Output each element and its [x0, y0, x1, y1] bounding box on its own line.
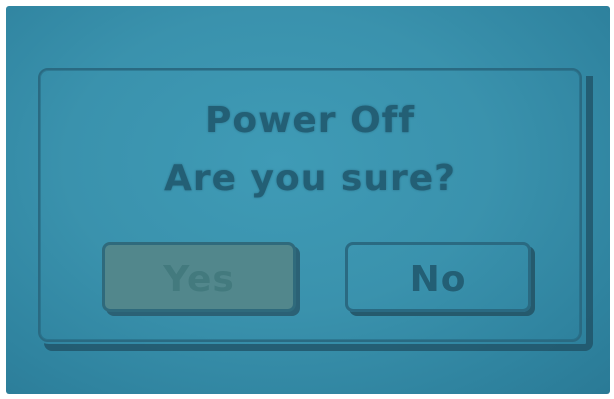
yes-button[interactable]: Yes	[102, 242, 296, 312]
power-off-dialog: Power Off Are you sure? Yes No	[38, 68, 582, 342]
no-button[interactable]: No	[345, 242, 531, 312]
dialog-title: Power Off	[204, 100, 415, 141]
dialog-message: Are you sure?	[163, 158, 457, 199]
lcd-screen: Power Off Are you sure? Yes No	[6, 6, 610, 394]
